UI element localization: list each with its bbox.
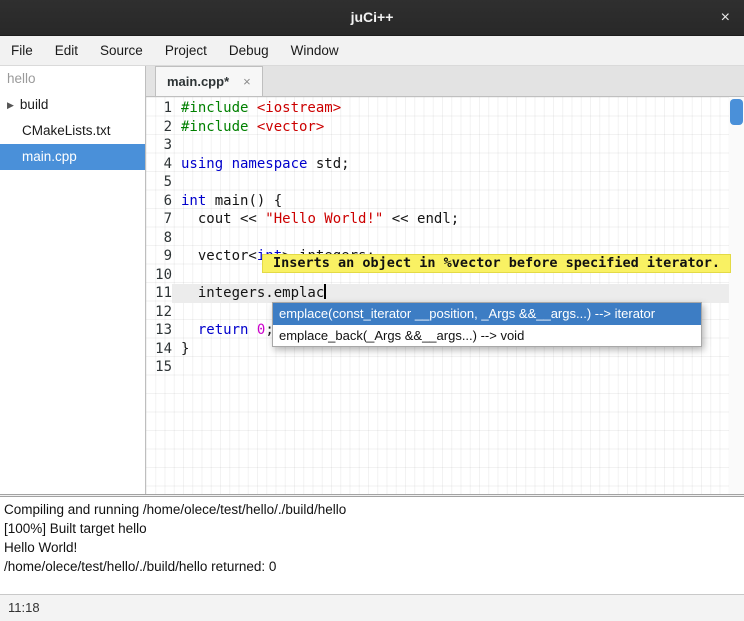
line-number: 6 <box>146 192 172 211</box>
code-text <box>172 358 729 377</box>
code-line-8[interactable]: 8 <box>146 229 729 248</box>
console-line: Hello World! <box>4 538 740 557</box>
line-number: 4 <box>146 155 172 174</box>
project-root[interactable]: hello <box>0 66 145 92</box>
menu-item-debug[interactable]: Debug <box>218 36 280 65</box>
autocomplete-popup: emplace(const_iterator __position, _Args… <box>272 302 702 347</box>
code-line-2[interactable]: 2#include <vector> <box>146 118 729 137</box>
tree-item-label: main.cpp <box>22 149 77 164</box>
code-text: cout << "Hello World!" << endl; <box>172 210 729 229</box>
console-line: /home/olece/test/hello/./build/hello ret… <box>4 557 740 576</box>
code-text <box>172 229 729 248</box>
console-output: Compiling and running /home/olece/test/h… <box>0 497 744 594</box>
code-text: integers.emplac <box>172 284 729 303</box>
line-number: 5 <box>146 173 172 192</box>
line-number: 12 <box>146 303 172 322</box>
tree-item-label: build <box>20 97 49 112</box>
line-number: 7 <box>146 210 172 229</box>
text-cursor <box>324 284 326 299</box>
code-text: int main() { <box>172 192 729 211</box>
menu-item-project[interactable]: Project <box>154 36 218 65</box>
tree-item-cmakelists-txt[interactable]: CMakeLists.txt <box>0 118 145 144</box>
line-number: 11 <box>146 284 172 303</box>
file-tree-items: ▶ build CMakeLists.txt main.cpp <box>0 92 145 170</box>
tab-label: main.cpp* <box>167 74 229 89</box>
main-panel: main.cpp* × 1#include <iostream>2#includ… <box>146 66 744 494</box>
line-number: 9 <box>146 247 172 266</box>
menu-item-source[interactable]: Source <box>89 36 154 65</box>
file-tree: hello ▶ build CMakeLists.txt main.cpp <box>0 66 146 494</box>
tab-close-icon[interactable]: × <box>243 74 251 89</box>
code-text: using namespace std; <box>172 155 729 174</box>
autocomplete-item[interactable]: emplace(const_iterator __position, _Args… <box>273 303 701 325</box>
code-area[interactable]: 1#include <iostream>2#include <vector>34… <box>146 97 729 494</box>
tree-item-main-cpp[interactable]: main.cpp <box>0 144 145 170</box>
expander-icon[interactable]: ▶ <box>7 100 14 110</box>
tree-item-label: CMakeLists.txt <box>22 123 111 138</box>
tabbar: main.cpp* × <box>146 66 744 97</box>
line-number: 15 <box>146 358 172 377</box>
titlebar: juCi++ × <box>0 0 744 36</box>
code-line-15[interactable]: 15 <box>146 358 729 377</box>
cursor-position: 11:18 <box>8 600 40 615</box>
app-window: juCi++ × FileEditSourceProjectDebugWindo… <box>0 0 744 621</box>
line-number: 1 <box>146 99 172 118</box>
body: hello ▶ build CMakeLists.txt main.cpp main.… <box>0 66 744 494</box>
menu-item-file[interactable]: File <box>0 36 44 65</box>
line-number: 13 <box>146 321 172 340</box>
menu-item-window[interactable]: Window <box>280 36 350 65</box>
console-line: Compiling and running /home/olece/test/h… <box>4 500 740 519</box>
menu-item-edit[interactable]: Edit <box>44 36 89 65</box>
window-title: juCi++ <box>0 0 744 35</box>
menubar: FileEditSourceProjectDebugWindow <box>0 36 744 66</box>
line-number: 10 <box>146 266 172 285</box>
tree-item-build[interactable]: ▶ build <box>0 92 145 118</box>
code-line-6[interactable]: 6int main() { <box>146 192 729 211</box>
code-line-1[interactable]: 1#include <iostream> <box>146 99 729 118</box>
statusbar: 11:18 <box>0 594 744 621</box>
console-line: [100%] Built target hello <box>4 519 740 538</box>
code-text <box>172 173 729 192</box>
code-line-7[interactable]: 7 cout << "Hello World!" << endl; <box>146 210 729 229</box>
line-number: 2 <box>146 118 172 137</box>
close-icon[interactable]: × <box>721 0 730 35</box>
line-number: 3 <box>146 136 172 155</box>
tab-main-cpp[interactable]: main.cpp* × <box>155 66 263 96</box>
scrollbar-thumb[interactable] <box>730 99 743 125</box>
editor[interactable]: 1#include <iostream>2#include <vector>34… <box>146 97 744 494</box>
code-line-4[interactable]: 4using namespace std; <box>146 155 729 174</box>
scrollbar[interactable] <box>729 97 744 494</box>
line-number: 14 <box>146 340 172 359</box>
code-line-3[interactable]: 3 <box>146 136 729 155</box>
autocomplete-item[interactable]: emplace_back(_Args &&__args...) --> void <box>273 325 701 347</box>
line-number: 8 <box>146 229 172 248</box>
code-line-11[interactable]: 11 integers.emplac <box>146 284 729 303</box>
code-text <box>172 136 729 155</box>
code-line-5[interactable]: 5 <box>146 173 729 192</box>
code-text: #include <vector> <box>172 118 729 137</box>
code-text: #include <iostream> <box>172 99 729 118</box>
doc-tooltip: Inserts an object in %vector before spec… <box>262 254 731 273</box>
